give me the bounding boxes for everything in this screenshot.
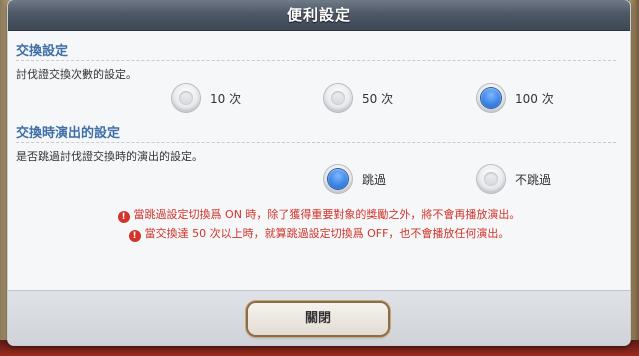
section-divider [16, 60, 616, 61]
radio-button[interactable] [477, 165, 505, 193]
radio-button-selected[interactable] [477, 84, 505, 112]
exchange-section-title: 交換設定 [16, 44, 69, 59]
close-button[interactable]: 關閉 [248, 303, 388, 335]
radio-label: 100 次 [515, 91, 554, 106]
exchange-option-100[interactable]: 100 次 [477, 84, 554, 112]
performance-option-no-skip[interactable]: 不跳過 [477, 165, 551, 193]
radio-label: 不跳過 [515, 172, 552, 187]
section-divider [16, 142, 616, 143]
background-right [629, 0, 639, 356]
radio-button[interactable] [324, 84, 352, 112]
radio-button-selected[interactable] [324, 165, 352, 193]
exchange-option-10[interactable]: 10 次 [172, 84, 241, 112]
exchange-section-description: 討伐證交換次數的設定。 [16, 68, 137, 81]
title-bar: 便利設定 [8, 0, 630, 31]
performance-option-skip[interactable]: 跳過 [324, 165, 386, 193]
radio-label: 10 次 [210, 91, 242, 106]
dialog-title: 便利設定 [286, 6, 351, 24]
exchange-option-50[interactable]: 50 次 [324, 84, 393, 112]
performance-section-description: 是否跳過討伐證交換時的演出的設定。 [16, 150, 203, 163]
performance-section-title: 交換時演出的設定 [16, 126, 121, 141]
radio-label: 跳過 [362, 172, 387, 187]
notice-line-1: ! 當跳過設定切換爲 ON 時，除了獲得重要對象的獎勵之外，將不會再播放演出。 [8, 206, 630, 223]
notice-text: 當跳過設定切換爲 ON 時，除了獲得重要對象的獎勵之外，將不會再播放演出。 [133, 208, 521, 221]
notice-line-2: ! 當交換達 50 次以上時，就算跳過設定切換爲 OFF，也不會播放任何演出。 [8, 225, 630, 242]
radio-button[interactable] [172, 84, 200, 112]
warning-icon: ! [128, 230, 141, 242]
settings-dialog: 便利設定 交換設定 討伐證交換次數的設定。 10 次 50 次 100 次 交換… [8, 0, 630, 345]
warning-icon: ! [117, 211, 130, 223]
radio-label: 50 次 [362, 91, 394, 106]
notice-text: 當交換達 50 次以上時，就算跳過設定切換爲 OFF，也不會播放任何演出。 [144, 227, 510, 240]
